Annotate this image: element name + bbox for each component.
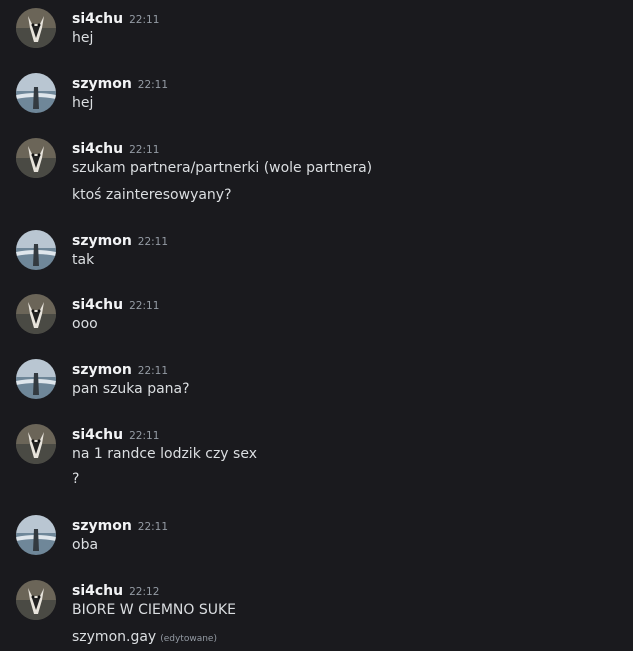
author-name[interactable]: szymon bbox=[72, 518, 132, 534]
message-text: ooo bbox=[72, 316, 98, 332]
author-name[interactable]: si4chu bbox=[72, 11, 123, 27]
avatar[interactable] bbox=[16, 515, 56, 555]
message-text: tak bbox=[72, 252, 95, 268]
author-name[interactable]: szymon bbox=[72, 76, 132, 92]
author-name[interactable]: si4chu bbox=[72, 297, 123, 313]
timestamp[interactable]: 22:11 bbox=[129, 430, 159, 442]
author-name[interactable]: szymon bbox=[72, 362, 132, 378]
message-text: BIORE W CIEMNO SUKE bbox=[72, 602, 237, 618]
message-text: hej bbox=[72, 30, 94, 46]
timestamp[interactable]: 22:11 bbox=[138, 365, 168, 377]
sea-avatar-icon bbox=[16, 359, 56, 399]
timestamp[interactable]: 22:11 bbox=[138, 521, 168, 533]
message-text: szukam partnera/partnerki (wole partnera… bbox=[72, 160, 373, 176]
message-text: na 1 randce lodzik czy sex bbox=[72, 446, 257, 462]
cat-avatar-icon bbox=[16, 424, 56, 464]
author-name[interactable]: si4chu bbox=[72, 583, 123, 599]
timestamp[interactable]: 22:11 bbox=[129, 144, 159, 156]
message-text: ktoś zainteresowyany? bbox=[72, 187, 232, 203]
message-text-content: szymon.gay bbox=[72, 629, 157, 645]
avatar[interactable] bbox=[16, 294, 56, 334]
avatar[interactable] bbox=[16, 580, 56, 620]
sea-avatar-icon bbox=[16, 230, 56, 270]
message-text: szymon.gay (edytowane) bbox=[72, 629, 217, 645]
message-text: oba bbox=[72, 537, 99, 553]
edited-label: (edytowane) bbox=[160, 634, 217, 644]
author-name[interactable]: si4chu bbox=[72, 427, 123, 443]
message-text: hej bbox=[72, 95, 94, 111]
timestamp[interactable]: 22:11 bbox=[129, 14, 159, 26]
sea-avatar-icon bbox=[16, 73, 56, 113]
timestamp[interactable]: 22:11 bbox=[129, 300, 159, 312]
avatar[interactable] bbox=[16, 230, 56, 270]
avatar[interactable] bbox=[16, 8, 56, 48]
timestamp[interactable]: 22:11 bbox=[138, 79, 168, 91]
author-name[interactable]: szymon bbox=[72, 233, 132, 249]
cat-avatar-icon bbox=[16, 138, 56, 178]
message-text: pan szuka pana? bbox=[72, 381, 190, 397]
avatar[interactable] bbox=[16, 424, 56, 464]
timestamp[interactable]: 22:12 bbox=[129, 586, 159, 598]
avatar[interactable] bbox=[16, 138, 56, 178]
avatar[interactable] bbox=[16, 73, 56, 113]
sea-avatar-icon bbox=[16, 515, 56, 555]
timestamp[interactable]: 22:11 bbox=[138, 236, 168, 248]
avatar[interactable] bbox=[16, 359, 56, 399]
cat-avatar-icon bbox=[16, 580, 56, 620]
cat-avatar-icon bbox=[16, 294, 56, 334]
message-text: ? bbox=[72, 471, 80, 487]
cat-avatar-icon bbox=[16, 8, 56, 48]
author-name[interactable]: si4chu bbox=[72, 141, 123, 157]
chat-message-list: si4chu 22:11 hej szymon 22:11 hej si4chu… bbox=[0, 0, 633, 651]
